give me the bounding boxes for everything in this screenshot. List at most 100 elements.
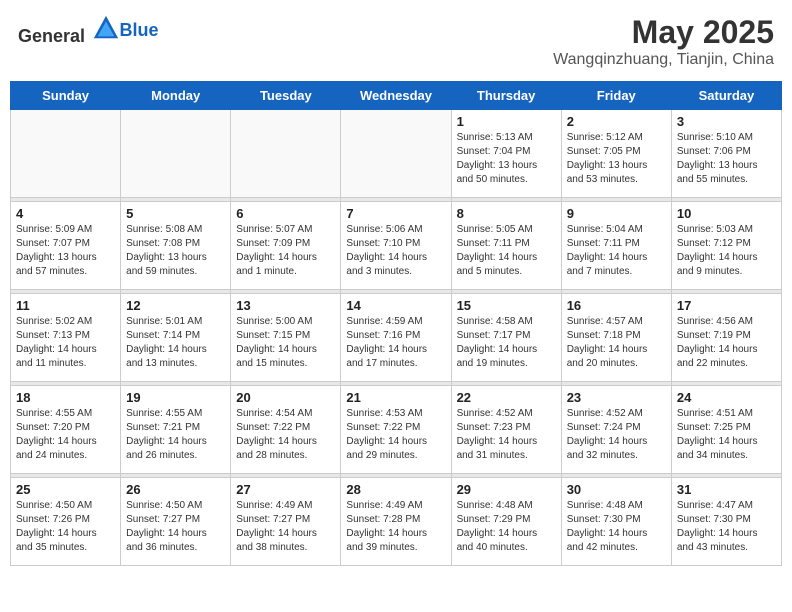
day-info: Sunrise: 5:01 AMSunset: 7:14 PMDaylight:… (126, 315, 225, 371)
day-info: Sunrise: 4:53 AMSunset: 7:22 PMDaylight:… (346, 407, 445, 463)
table-row: 2Sunrise: 5:12 AMSunset: 7:05 PMDaylight… (561, 110, 671, 198)
table-row: 23 Sunrise: 4:52 AMSunset: 7:24 PMDayligh… (561, 386, 671, 474)
day-info: Sunrise: 4:48 AMSunset: 7:29 PMDaylight:… (457, 499, 556, 555)
day-info: Sunrise: 5:13 AMSunset: 7:04 PMDaylight:… (457, 131, 556, 187)
day-number: 25 (16, 482, 115, 497)
day-number: 22 (457, 390, 556, 405)
day-number: 8 (457, 206, 556, 221)
day-number: 14 (346, 298, 445, 313)
table-row: 11 Sunrise: 5:02 AMSunset: 7:13 PMDayligh… (11, 294, 121, 382)
day-info: Sunrise: 4:57 AMSunset: 7:18 PMDaylight:… (567, 315, 666, 371)
day-number: 10 (677, 206, 776, 221)
day-number: 24 (677, 390, 776, 405)
calendar-week-row: 11 Sunrise: 5:02 AMSunset: 7:13 PMDayligh… (11, 294, 782, 382)
day-number: 1 (457, 114, 556, 129)
calendar-week-row: 25 Sunrise: 4:50 AMSunset: 7:26 PMDayligh… (11, 478, 782, 566)
day-number: 28 (346, 482, 445, 497)
table-row: 24 Sunrise: 4:51 AMSunset: 7:25 PMDayligh… (671, 386, 781, 474)
table-row: 29Sunrise: 4:48 AMSunset: 7:29 PMDayligh… (451, 478, 561, 566)
day-info: Sunrise: 5:06 AMSunset: 7:10 PMDaylight:… (346, 223, 445, 279)
day-number: 17 (677, 298, 776, 313)
day-info: Sunrise: 5:10 AMSunset: 7:06 PMDaylight:… (677, 131, 776, 187)
day-number: 15 (457, 298, 556, 313)
day-info: Sunrise: 4:49 AMSunset: 7:28 PMDaylight:… (346, 499, 445, 555)
table-row: 28 Sunrise: 4:49 AMSunset: 7:28 PMDayligh… (341, 478, 451, 566)
day-number: 21 (346, 390, 445, 405)
day-info: Sunrise: 4:54 AMSunset: 7:22 PMDaylight:… (236, 407, 335, 463)
page-header: General Blue May 2025 Wangqinzhuang, Tia… (10, 10, 782, 73)
day-info: Sunrise: 4:58 AMSunset: 7:17 PMDaylight:… (457, 315, 556, 371)
day-number: 26 (126, 482, 225, 497)
day-number: 6 (236, 206, 335, 221)
day-info: Sunrise: 4:51 AMSunset: 7:25 PMDaylight:… (677, 407, 776, 463)
day-info: Sunrise: 5:09 AMSunset: 7:07 PMDaylight:… (16, 223, 115, 279)
table-row: 4 Sunrise: 5:09 AMSunset: 7:07 PMDaylight… (11, 202, 121, 290)
table-row: 18Sunrise: 4:55 AMSunset: 7:20 PMDayligh… (11, 386, 121, 474)
table-row: 20 Sunrise: 4:54 AMSunset: 7:22 PMDayligh… (231, 386, 341, 474)
month-title: May 2025 (553, 14, 774, 51)
table-row: 15 Sunrise: 4:58 AMSunset: 7:17 PMDayligh… (451, 294, 561, 382)
day-info: Sunrise: 4:59 AMSunset: 7:16 PMDaylight:… (346, 315, 445, 371)
table-row: 26 Sunrise: 4:50 AMSunset: 7:27 PMDayligh… (121, 478, 231, 566)
logo: General Blue (18, 14, 159, 47)
day-number: 13 (236, 298, 335, 313)
day-number: 9 (567, 206, 666, 221)
header-saturday: Saturday (671, 82, 781, 110)
title-section: May 2025 Wangqinzhuang, Tianjin, China (553, 14, 774, 69)
table-row: 5 Sunrise: 5:08 AMSunset: 7:08 PMDaylight… (121, 202, 231, 290)
day-info: Sunrise: 5:02 AMSunset: 7:13 PMDaylight:… (16, 315, 115, 371)
day-info: Sunrise: 4:56 AMSunset: 7:19 PMDaylight:… (677, 315, 776, 371)
table-row: 3 Sunrise: 5:10 AMSunset: 7:06 PMDaylight… (671, 110, 781, 198)
day-number: 7 (346, 206, 445, 221)
day-info: Sunrise: 5:04 AMSunset: 7:11 PMDaylight:… (567, 223, 666, 279)
calendar-week-row: 4 Sunrise: 5:09 AMSunset: 7:07 PMDaylight… (11, 202, 782, 290)
day-number: 31 (677, 482, 776, 497)
calendar-week-row: 18Sunrise: 4:55 AMSunset: 7:20 PMDayligh… (11, 386, 782, 474)
day-info: Sunrise: 4:49 AMSunset: 7:27 PMDaylight:… (236, 499, 335, 555)
table-row: 19Sunrise: 4:55 AMSunset: 7:21 PMDayligh… (121, 386, 231, 474)
header-wednesday: Wednesday (341, 82, 451, 110)
table-row: 9 Sunrise: 5:04 AMSunset: 7:11 PMDaylight… (561, 202, 671, 290)
day-number: 27 (236, 482, 335, 497)
day-number: 3 (677, 114, 776, 129)
day-info: Sunrise: 4:48 AMSunset: 7:30 PMDaylight:… (567, 499, 666, 555)
day-number: 5 (126, 206, 225, 221)
table-row (121, 110, 231, 198)
table-row (231, 110, 341, 198)
day-number: 11 (16, 298, 115, 313)
day-number: 4 (16, 206, 115, 221)
table-row: 25 Sunrise: 4:50 AMSunset: 7:26 PMDayligh… (11, 478, 121, 566)
day-info: Sunrise: 4:50 AMSunset: 7:27 PMDaylight:… (126, 499, 225, 555)
logo-general: General (18, 26, 85, 46)
table-row: 27 Sunrise: 4:49 AMSunset: 7:27 PMDayligh… (231, 478, 341, 566)
day-info: Sunrise: 4:50 AMSunset: 7:26 PMDaylight:… (16, 499, 115, 555)
day-number: 16 (567, 298, 666, 313)
day-number: 23 (567, 390, 666, 405)
table-row: 14 Sunrise: 4:59 AMSunset: 7:16 PMDayligh… (341, 294, 451, 382)
header-sunday: Sunday (11, 82, 121, 110)
table-row: 17 Sunrise: 4:56 AMSunset: 7:19 PMDayligh… (671, 294, 781, 382)
logo-blue: Blue (120, 20, 159, 40)
table-row: 21 Sunrise: 4:53 AMSunset: 7:22 PMDayligh… (341, 386, 451, 474)
day-info: Sunrise: 5:08 AMSunset: 7:08 PMDaylight:… (126, 223, 225, 279)
calendar-table: Sunday Monday Tuesday Wednesday Thursday… (10, 81, 782, 566)
day-info: Sunrise: 5:05 AMSunset: 7:11 PMDaylight:… (457, 223, 556, 279)
table-row: 16 Sunrise: 4:57 AMSunset: 7:18 PMDayligh… (561, 294, 671, 382)
header-thursday: Thursday (451, 82, 561, 110)
table-row: 22 Sunrise: 4:52 AMSunset: 7:23 PMDayligh… (451, 386, 561, 474)
day-info: Sunrise: 4:55 AMSunset: 7:21 PMDaylight:… (126, 407, 225, 463)
day-number: 2 (567, 114, 666, 129)
table-row: 31 Sunrise: 4:47 AMSunset: 7:30 PMDayligh… (671, 478, 781, 566)
header-friday: Friday (561, 82, 671, 110)
day-info: Sunrise: 5:03 AMSunset: 7:12 PMDaylight:… (677, 223, 776, 279)
day-info: Sunrise: 4:52 AMSunset: 7:24 PMDaylight:… (567, 407, 666, 463)
table-row (11, 110, 121, 198)
header-tuesday: Tuesday (231, 82, 341, 110)
location-title: Wangqinzhuang, Tianjin, China (553, 51, 774, 69)
day-number: 30 (567, 482, 666, 497)
day-info: Sunrise: 4:52 AMSunset: 7:23 PMDaylight:… (457, 407, 556, 463)
table-row: 13Sunrise: 5:00 AMSunset: 7:15 PMDayligh… (231, 294, 341, 382)
table-row: 1 Sunrise: 5:13 AMSunset: 7:04 PMDaylight… (451, 110, 561, 198)
day-number: 20 (236, 390, 335, 405)
day-info: Sunrise: 4:47 AMSunset: 7:30 PMDaylight:… (677, 499, 776, 555)
